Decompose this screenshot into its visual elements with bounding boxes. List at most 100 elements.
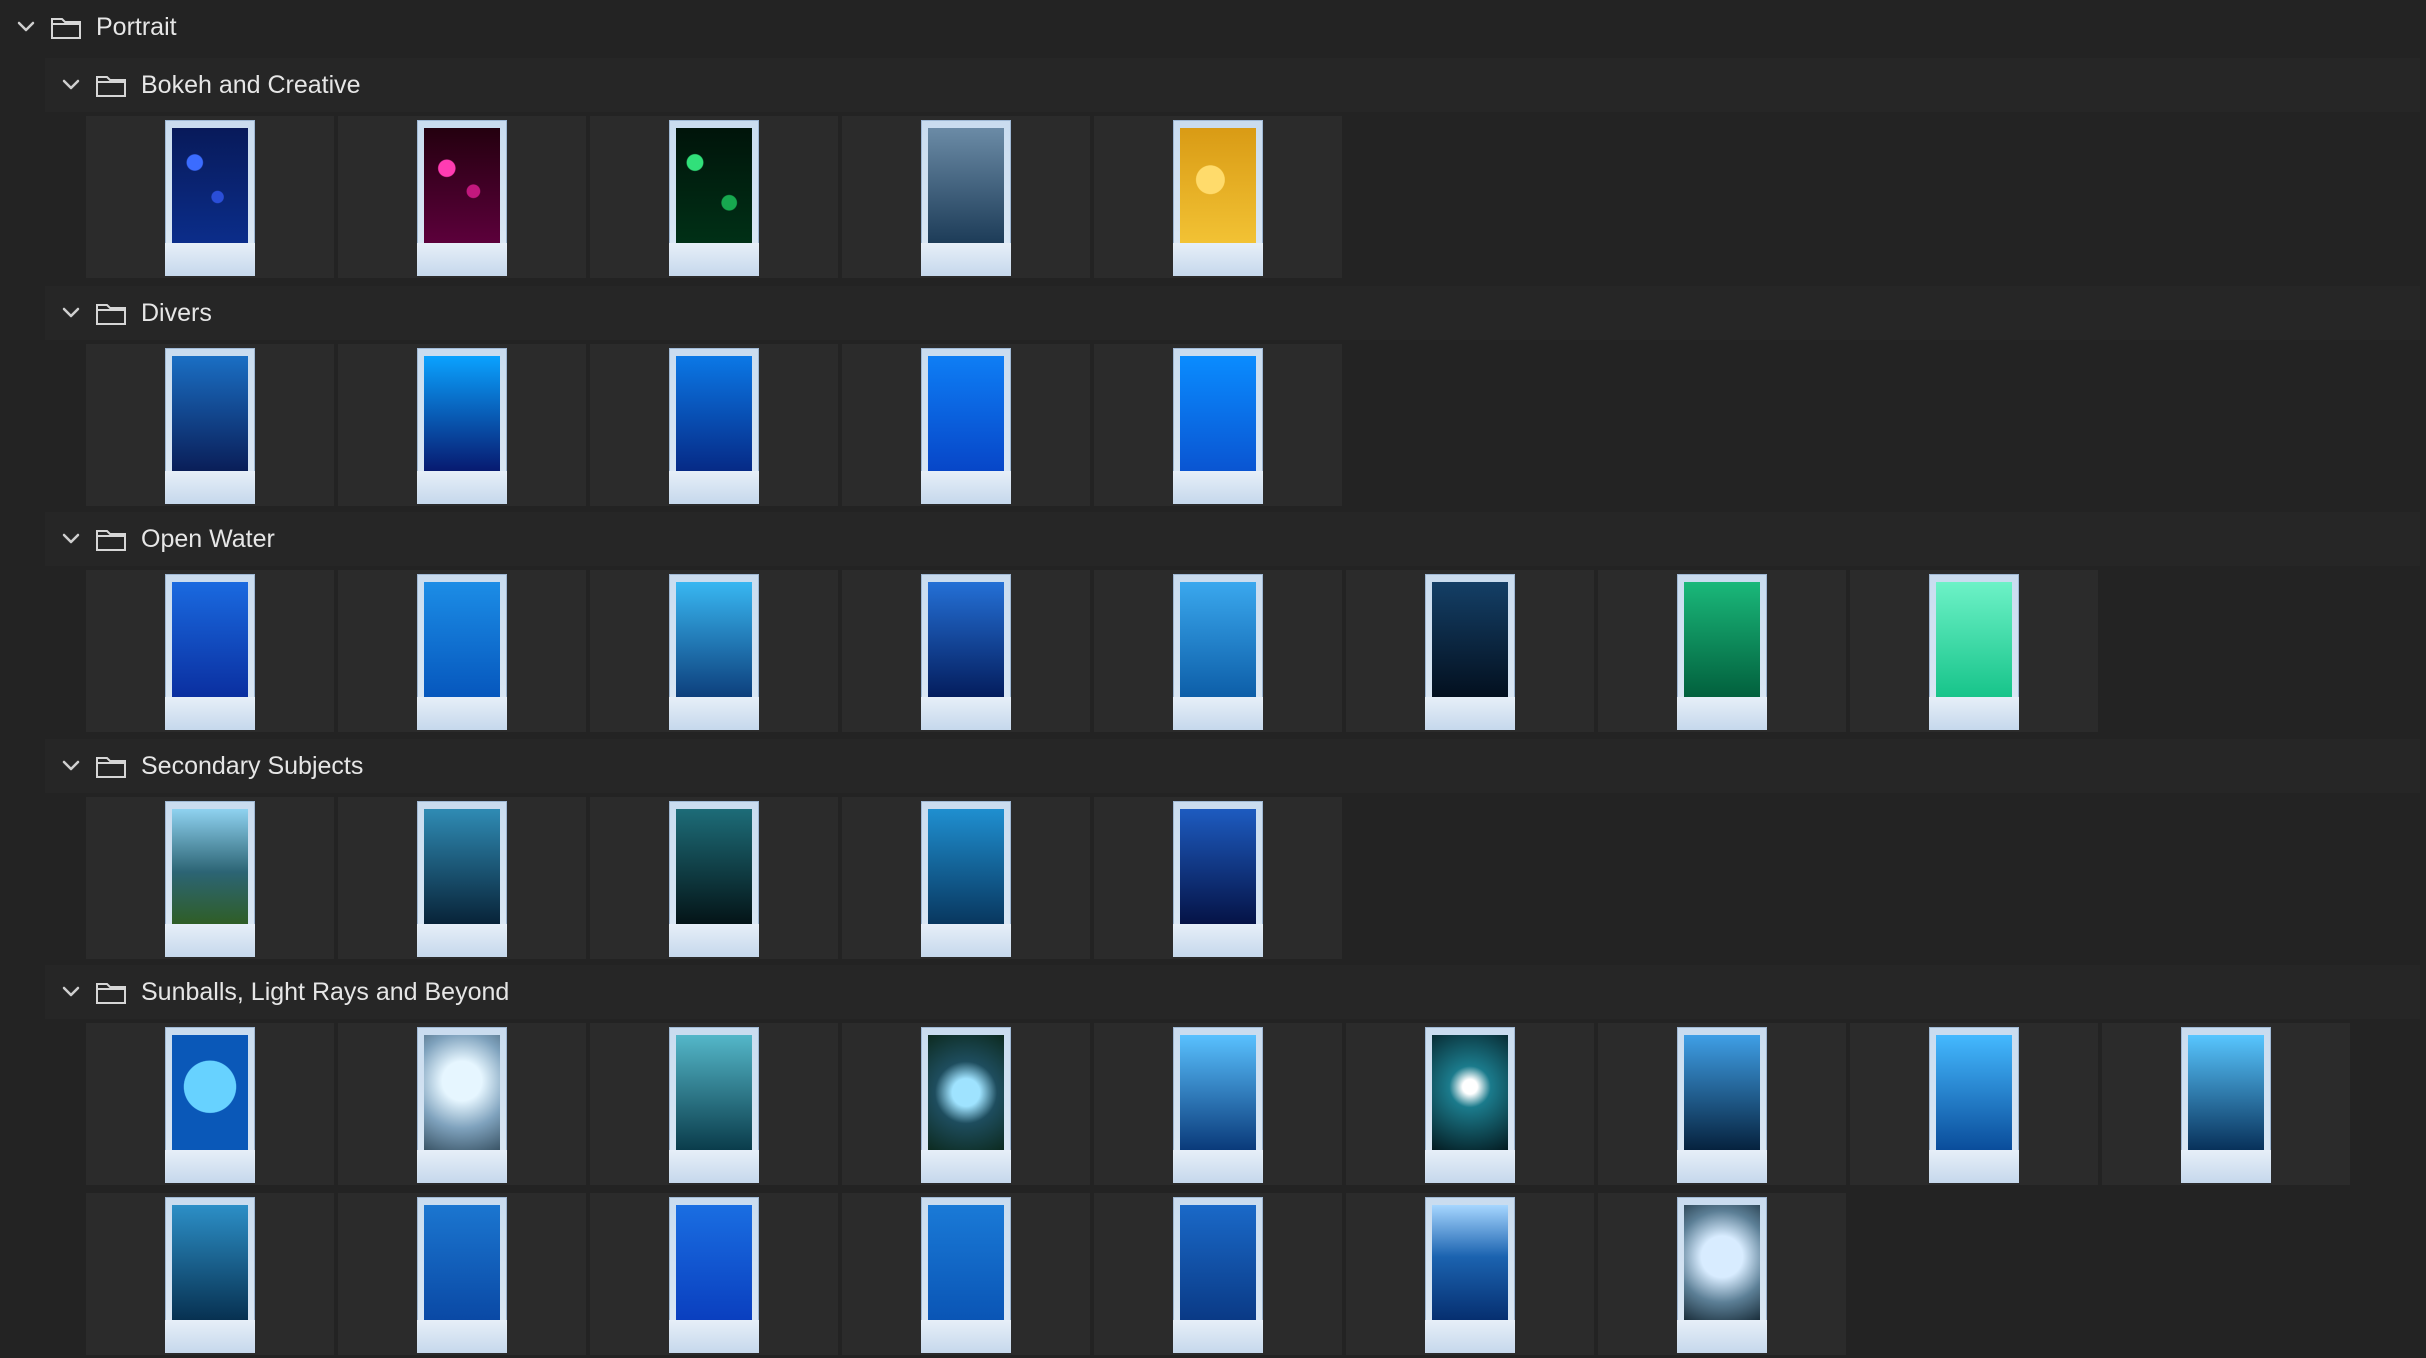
- thumbnail-image[interactable]: [417, 1197, 507, 1353]
- thumbnail-cell[interactable]: [842, 344, 1090, 506]
- thumbnail-cell[interactable]: [2102, 1023, 2350, 1185]
- chevron-down-icon[interactable]: [57, 752, 85, 780]
- folder-icon: [96, 983, 126, 1004]
- thumbnail-image[interactable]: [165, 801, 255, 957]
- thumbnail-image[interactable]: [921, 120, 1011, 276]
- thumbnail-cell[interactable]: [1346, 1023, 1594, 1185]
- thumbnail-cell[interactable]: [338, 116, 586, 278]
- thumbnail-cell[interactable]: [338, 570, 586, 732]
- thumbnail-image[interactable]: [417, 1027, 507, 1183]
- folder-row-secondary-subjects[interactable]: Secondary Subjects: [45, 739, 2420, 793]
- thumbnail-preview: [172, 128, 248, 243]
- thumbnail-cell[interactable]: [86, 570, 334, 732]
- thumbnail-image[interactable]: [921, 348, 1011, 504]
- thumbnail-cell[interactable]: [86, 797, 334, 959]
- thumbnail-image[interactable]: [1173, 801, 1263, 957]
- thumbnail-image[interactable]: [1425, 574, 1515, 730]
- thumbnail-cell[interactable]: [590, 344, 838, 506]
- chevron-down-icon[interactable]: [57, 978, 85, 1006]
- thumbnail-image[interactable]: [2181, 1027, 2271, 1183]
- thumbnail-image[interactable]: [165, 1027, 255, 1183]
- thumbnail-cell[interactable]: [590, 570, 838, 732]
- thumbnail-cell[interactable]: [1094, 116, 1342, 278]
- folder-row-portrait[interactable]: Portrait: [0, 0, 2426, 54]
- thumbnail-cell[interactable]: [590, 797, 838, 959]
- thumbnail-image[interactable]: [1677, 574, 1767, 730]
- thumbnail-image[interactable]: [1173, 348, 1263, 504]
- thumbnail-cell[interactable]: [1094, 1193, 1342, 1355]
- thumbnail-frame: [165, 243, 255, 276]
- thumbnail-frame: [921, 924, 1011, 957]
- thumbnail-preview: [1936, 1035, 2012, 1150]
- thumbnail-image[interactable]: [417, 574, 507, 730]
- thumbnail-image[interactable]: [1929, 1027, 2019, 1183]
- thumbnail-image[interactable]: [417, 348, 507, 504]
- thumbnail-image[interactable]: [1929, 574, 2019, 730]
- thumbnail-cell[interactable]: [1598, 570, 1846, 732]
- thumbnail-image[interactable]: [921, 574, 1011, 730]
- thumbnail-image[interactable]: [417, 801, 507, 957]
- thumbnail-cell[interactable]: [86, 1023, 334, 1185]
- thumbnail-cell[interactable]: [338, 1193, 586, 1355]
- thumbnail-image[interactable]: [669, 574, 759, 730]
- thumbnail-image[interactable]: [1677, 1027, 1767, 1183]
- chevron-down-icon[interactable]: [12, 13, 40, 41]
- thumbnail-cell[interactable]: [338, 797, 586, 959]
- thumbnail-image[interactable]: [417, 120, 507, 276]
- thumbnail-cell[interactable]: [1598, 1023, 1846, 1185]
- thumbnail-cell[interactable]: [338, 1023, 586, 1185]
- thumbnail-cell[interactable]: [86, 116, 334, 278]
- thumbnail-cell[interactable]: [1850, 570, 2098, 732]
- thumbnail-preview: [172, 1035, 248, 1150]
- thumbnail-image[interactable]: [921, 1027, 1011, 1183]
- thumbnail-image[interactable]: [1425, 1197, 1515, 1353]
- thumbnail-image[interactable]: [1173, 120, 1263, 276]
- thumbnail-cell[interactable]: [842, 570, 1090, 732]
- thumbnail-image[interactable]: [1173, 1197, 1263, 1353]
- thumbnail-image[interactable]: [1425, 1027, 1515, 1183]
- thumbnail-image[interactable]: [1677, 1197, 1767, 1353]
- thumbnail-cell[interactable]: [86, 344, 334, 506]
- thumbnail-cell[interactable]: [590, 116, 838, 278]
- thumbnail-image[interactable]: [165, 574, 255, 730]
- thumbnail-image[interactable]: [165, 348, 255, 504]
- thumbnail-image[interactable]: [1173, 574, 1263, 730]
- thumbnail-cell[interactable]: [842, 116, 1090, 278]
- folder-row-divers[interactable]: Divers: [45, 286, 2420, 340]
- thumbnail-cell[interactable]: [1094, 570, 1342, 732]
- thumbnail-cell[interactable]: [1346, 570, 1594, 732]
- thumbnail-cell[interactable]: [590, 1193, 838, 1355]
- thumbnail-cell[interactable]: [842, 1193, 1090, 1355]
- thumbnail-cell[interactable]: [86, 1193, 334, 1355]
- chevron-down-icon[interactable]: [57, 71, 85, 99]
- thumbnail-cell[interactable]: [842, 797, 1090, 959]
- thumbnail-cell[interactable]: [842, 1023, 1090, 1185]
- thumbnail-cell[interactable]: [1094, 797, 1342, 959]
- thumbnail-image[interactable]: [669, 1197, 759, 1353]
- thumbnail-image[interactable]: [921, 801, 1011, 957]
- thumbnail-preview: [2188, 1035, 2264, 1150]
- thumbnail-preview: [928, 809, 1004, 924]
- thumbnail-image[interactable]: [921, 1197, 1011, 1353]
- thumbnail-image[interactable]: [165, 1197, 255, 1353]
- folder-row-sunballs-light-rays-and-beyond[interactable]: Sunballs, Light Rays and Beyond: [45, 965, 2420, 1019]
- thumbnail-cell[interactable]: [1094, 1023, 1342, 1185]
- thumbnail-cell[interactable]: [1346, 1193, 1594, 1355]
- thumbnail-cell[interactable]: [1094, 344, 1342, 506]
- chevron-down-icon[interactable]: [57, 299, 85, 327]
- thumbnail-cell[interactable]: [1850, 1023, 2098, 1185]
- thumbnail-frame: [921, 471, 1011, 504]
- thumbnail-image[interactable]: [669, 801, 759, 957]
- chevron-down-icon[interactable]: [57, 525, 85, 553]
- thumbnail-image[interactable]: [669, 120, 759, 276]
- thumbnail-image[interactable]: [1173, 1027, 1263, 1183]
- thumbnail-image[interactable]: [165, 120, 255, 276]
- thumbnail-cell[interactable]: [1598, 1193, 1846, 1355]
- thumbnail-image[interactable]: [669, 1027, 759, 1183]
- thumbnail-cell[interactable]: [338, 344, 586, 506]
- folder-row-open-water[interactable]: Open Water: [45, 512, 2420, 566]
- thumbnail-cell[interactable]: [590, 1023, 838, 1185]
- folder-row-bokeh-and-creative[interactable]: Bokeh and Creative: [45, 58, 2420, 112]
- thumbnail-frame: [417, 697, 507, 730]
- thumbnail-image[interactable]: [669, 348, 759, 504]
